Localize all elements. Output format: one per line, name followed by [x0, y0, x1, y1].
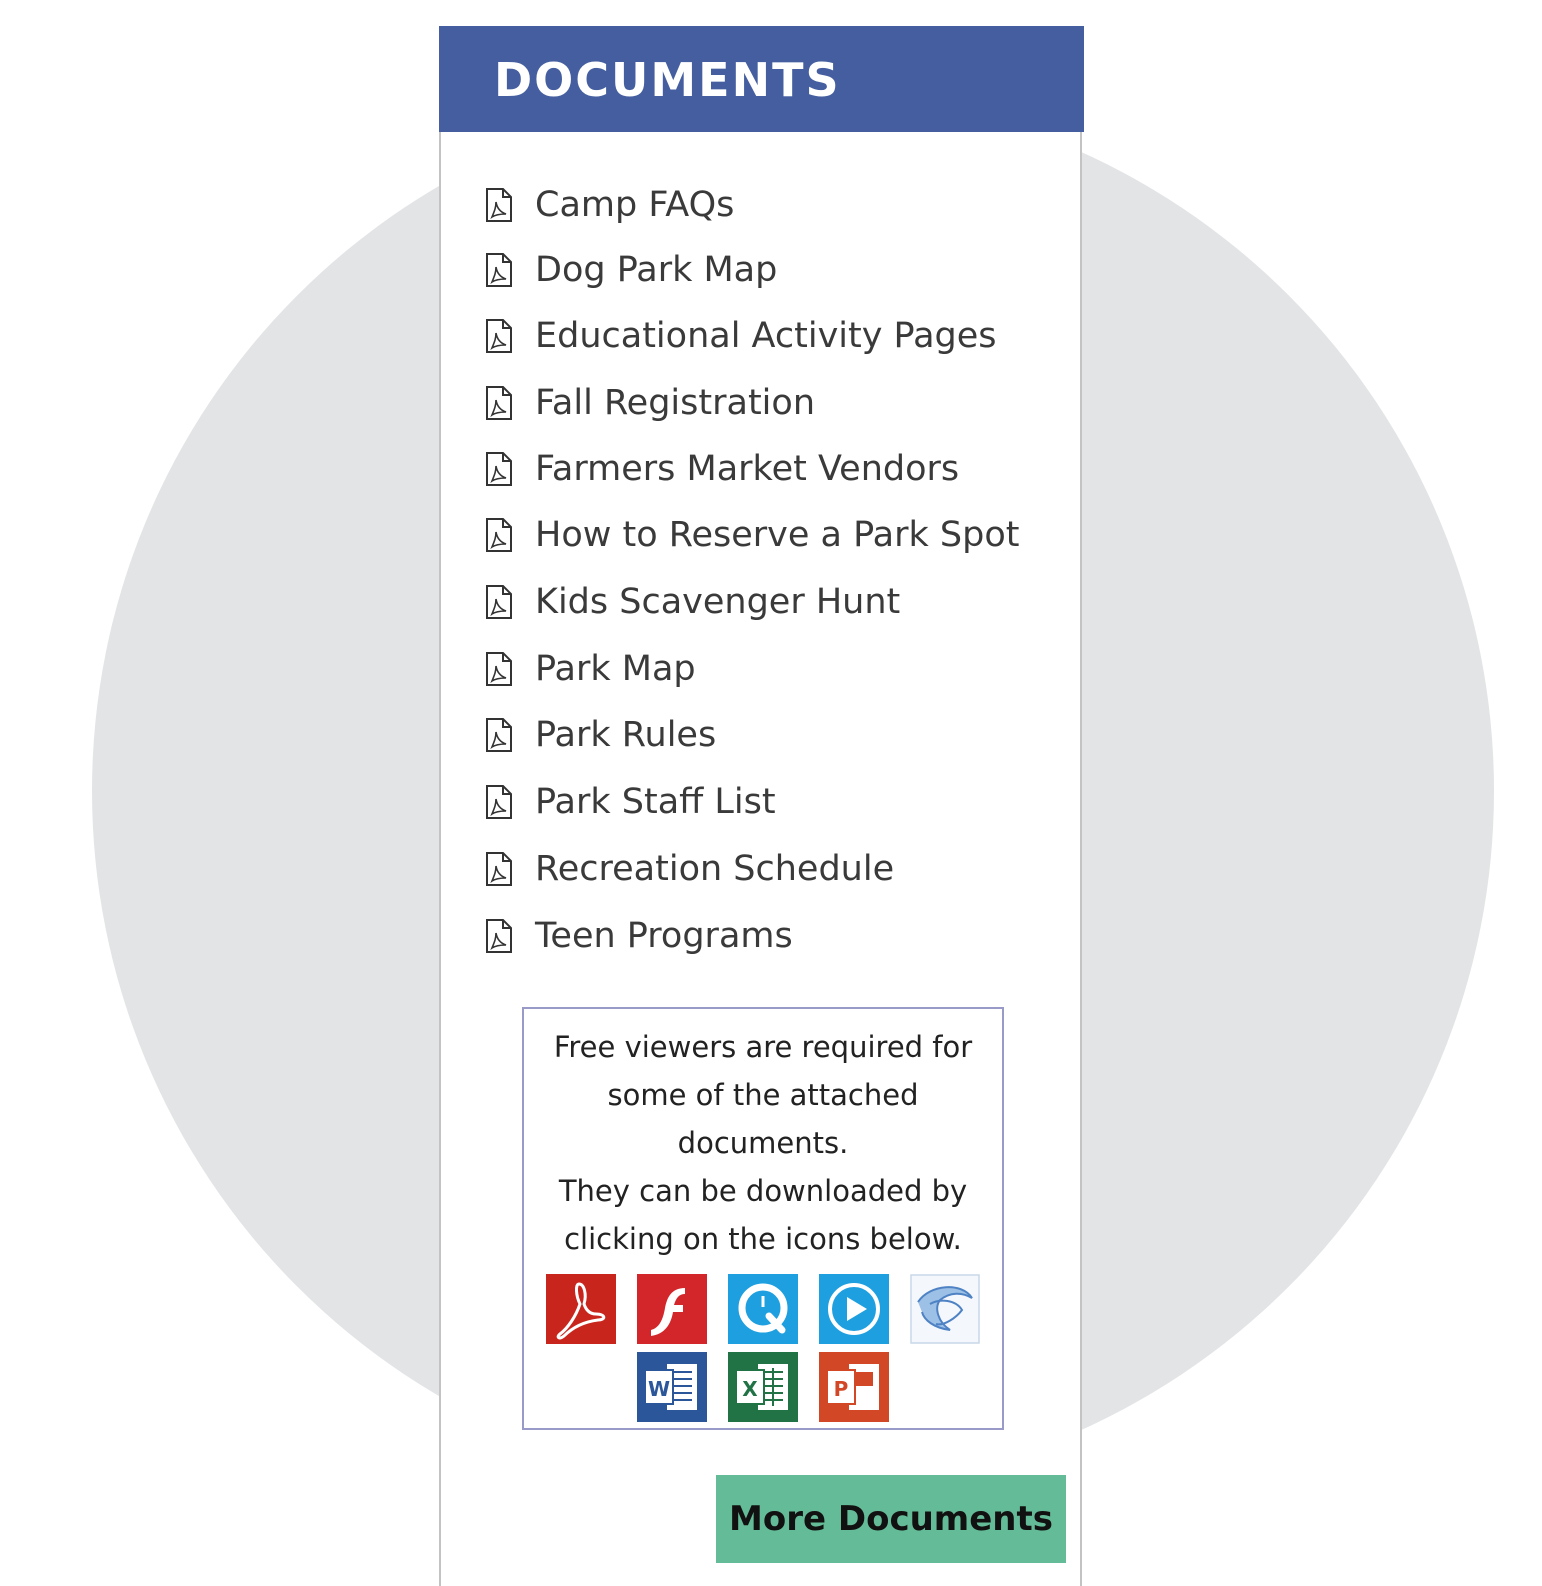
document-link[interactable]: Farmers Market Vendors: [535, 446, 959, 492]
svg-text:W: W: [648, 1377, 670, 1401]
notice-line: documents.: [677, 1126, 849, 1160]
pdf-file-icon: [486, 585, 512, 619]
document-link[interactable]: Fall Registration: [535, 380, 815, 426]
list-item: Recreation Schedule: [481, 840, 1081, 900]
notice-line: Free viewers are required for: [553, 1030, 973, 1064]
pdf-file-icon: [486, 452, 512, 486]
quicktime-icon[interactable]: [728, 1274, 798, 1344]
powerpoint-viewer-icon[interactable]: P: [819, 1352, 889, 1422]
silverlight-icon[interactable]: [910, 1274, 980, 1344]
pdf-file-icon: [486, 319, 512, 353]
documents-widget: DOCUMENTS Camp FAQs Dog Park Map Educati…: [439, 26, 1084, 1586]
list-item: Kids Scavenger Hunt: [481, 573, 1081, 633]
list-item: Park Map: [481, 640, 1081, 700]
pdf-file-icon: [486, 652, 512, 686]
list-item: Park Rules: [481, 706, 1081, 766]
list-item: Educational Activity Pages: [481, 307, 1081, 367]
list-item: Farmers Market Vendors: [481, 440, 1081, 500]
excel-viewer-icon[interactable]: X: [728, 1352, 798, 1422]
notice-line: some of the attached: [607, 1078, 919, 1112]
pdf-file-icon: [486, 718, 512, 752]
document-link[interactable]: Teen Programs: [535, 913, 793, 959]
document-link[interactable]: How to Reserve a Park Spot: [535, 512, 1019, 558]
free-viewers-notice: Free viewers are required for some of th…: [524, 1023, 1002, 1263]
svg-text:X: X: [742, 1377, 758, 1401]
svg-text:P: P: [834, 1377, 849, 1401]
pdf-file-icon: [486, 919, 512, 953]
list-item: Dog Park Map: [481, 241, 1081, 301]
pdf-file-icon: [486, 188, 512, 222]
pdf-file-icon: [486, 785, 512, 819]
list-item: Teen Programs: [481, 907, 1081, 967]
document-link[interactable]: Dog Park Map: [535, 247, 777, 293]
widget-header: DOCUMENTS: [439, 26, 1084, 132]
document-link[interactable]: Educational Activity Pages: [535, 313, 997, 359]
document-link[interactable]: Park Map: [535, 646, 696, 692]
adobe-reader-icon[interactable]: [546, 1274, 616, 1344]
document-link[interactable]: Park Rules: [535, 712, 716, 758]
free-viewers-box: Free viewers are required for some of th…: [522, 1007, 1004, 1430]
pdf-file-icon: [486, 852, 512, 886]
notice-line: They can be downloaded by: [558, 1174, 968, 1208]
document-link[interactable]: Kids Scavenger Hunt: [535, 579, 900, 625]
list-item: Camp FAQs: [481, 176, 1081, 236]
widget-title: DOCUMENTS: [494, 53, 841, 107]
document-link[interactable]: Park Staff List: [535, 779, 776, 825]
pdf-file-icon: [486, 518, 512, 552]
windows-media-player-icon[interactable]: [819, 1274, 889, 1344]
more-documents-button[interactable]: More Documents: [716, 1475, 1066, 1563]
document-link[interactable]: Recreation Schedule: [535, 846, 894, 892]
list-item: Park Staff List: [481, 773, 1081, 833]
list-item: How to Reserve a Park Spot: [481, 506, 1081, 566]
flash-player-icon[interactable]: [637, 1274, 707, 1344]
pdf-file-icon: [486, 386, 512, 420]
pdf-file-icon: [486, 253, 512, 287]
notice-line: clicking on the icons below.: [564, 1222, 962, 1256]
word-viewer-icon[interactable]: W: [637, 1352, 707, 1422]
document-link[interactable]: Camp FAQs: [535, 182, 734, 228]
list-item: Fall Registration: [481, 374, 1081, 434]
